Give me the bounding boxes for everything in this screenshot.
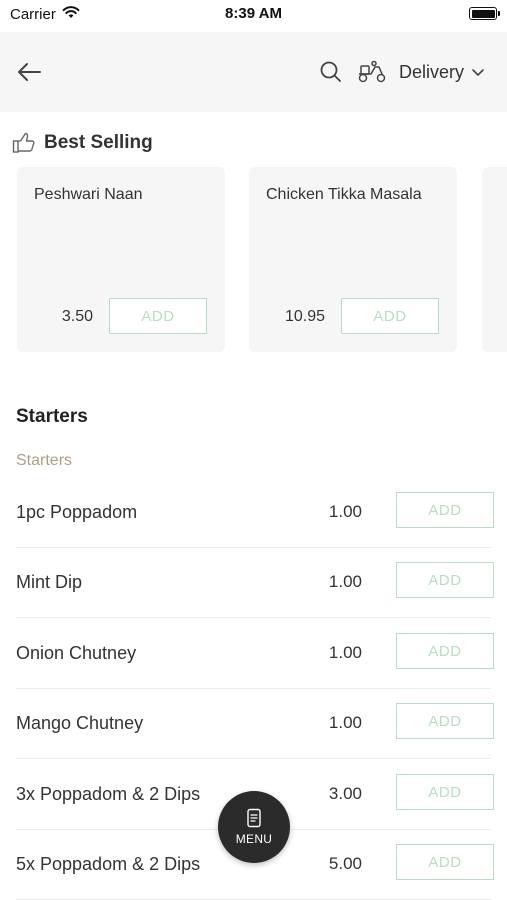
add-button[interactable]: ADD xyxy=(396,703,494,739)
add-button[interactable]: ADD xyxy=(396,492,494,528)
menu-item-row[interactable]: 1pc Poppadom 1.00 ADD xyxy=(16,478,494,548)
item-name: Onion Chutney xyxy=(16,643,137,663)
scooter-icon xyxy=(358,60,386,83)
card-item-price: 10.95 xyxy=(284,308,325,325)
menu-item-row[interactable]: Mint Dip 1.00 ADD xyxy=(16,548,494,618)
best-selling-card[interactable]: Chicken Tikka Masala 10.95 ADD xyxy=(249,167,457,352)
add-button[interactable]: ADD xyxy=(396,844,494,880)
battery-icon xyxy=(469,7,500,20)
item-price: 1.00 xyxy=(328,572,362,591)
section-title: Starters xyxy=(16,406,88,427)
item-name: 1pc Poppadom xyxy=(16,502,138,522)
item-name: Mint Dip xyxy=(16,572,83,592)
section-subtitle: Starters xyxy=(16,452,73,469)
back-button[interactable] xyxy=(14,58,44,86)
card-item-name: Peshwari Naan xyxy=(34,186,143,203)
item-name: 5x Poppadom & 2 Dips xyxy=(16,854,201,874)
add-button[interactable]: ADD xyxy=(396,633,494,669)
item-price: 1.00 xyxy=(328,643,362,662)
chevron-down-icon xyxy=(472,69,484,76)
card-item-name: Chicken Tikka Masala xyxy=(266,186,422,203)
thumbs-up-icon xyxy=(12,132,35,153)
item-name: 3x Poppadom & 2 Dips xyxy=(16,784,201,804)
add-button[interactable]: ADD xyxy=(396,562,494,598)
add-button[interactable]: ADD xyxy=(109,298,207,334)
card-item-price: 3.50 xyxy=(61,308,93,325)
menu-fab-label: MENU xyxy=(235,832,273,846)
item-price: 1.00 xyxy=(328,502,362,521)
status-bar: Carrier 8:39 AM xyxy=(0,0,507,30)
search-button[interactable] xyxy=(319,60,343,84)
delivery-mode-selector[interactable]: Delivery xyxy=(357,56,484,88)
best-selling-card[interactable]: Peshwari Naan 3.50 ADD xyxy=(17,167,225,352)
item-price: 5.00 xyxy=(328,854,362,873)
menu-item-row[interactable]: Mango Chutney 1.00 ADD xyxy=(16,689,494,759)
item-price: 1.00 xyxy=(328,713,362,732)
menu-fab-button[interactable]: MENU xyxy=(218,791,290,863)
clock: 8:39 AM xyxy=(225,5,282,22)
best-selling-title: Best Selling xyxy=(44,132,153,153)
item-name: Mango Chutney xyxy=(16,713,144,733)
menu-book-icon xyxy=(247,808,261,828)
delivery-label: Delivery xyxy=(399,61,465,82)
best-selling-header: Best Selling xyxy=(12,130,153,156)
item-price: 3.00 xyxy=(328,784,362,803)
add-button[interactable]: ADD xyxy=(396,774,494,810)
best-selling-card-partial[interactable] xyxy=(482,167,507,352)
search-icon xyxy=(320,61,341,82)
menu-item-row[interactable]: Onion Chutney 1.00 ADD xyxy=(16,619,494,689)
back-arrow-icon xyxy=(18,63,41,81)
add-button[interactable]: ADD xyxy=(341,298,439,334)
nav-bar: Delivery xyxy=(0,32,507,112)
